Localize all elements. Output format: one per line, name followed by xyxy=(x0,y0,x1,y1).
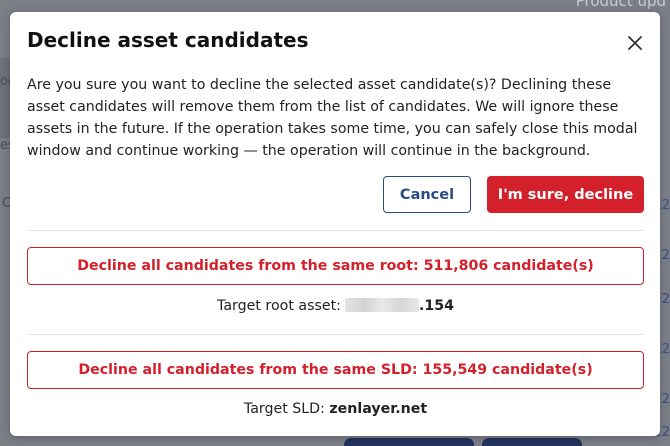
decline-modal: Decline asset candidates Are you sure yo… xyxy=(10,12,660,436)
cancel-button[interactable]: Cancel xyxy=(383,176,471,213)
divider xyxy=(27,334,644,335)
close-button[interactable] xyxy=(624,32,646,54)
target-root-value: .154 xyxy=(418,298,454,314)
bg-right-text-2: 2 xyxy=(661,248,670,263)
bg-header-text: Product upd xyxy=(575,0,666,10)
target-sld: Target SLD: zenlayer.net xyxy=(27,401,644,417)
divider xyxy=(27,230,644,231)
bg-button-1 xyxy=(344,438,474,446)
confirm-decline-button[interactable]: I'm sure, decline xyxy=(487,176,644,213)
bg-right-text-3: 2 xyxy=(661,292,670,307)
bg-sidebar-strip xyxy=(0,58,10,138)
decline-same-root-button[interactable]: Decline all candidates from the same roo… xyxy=(27,247,644,285)
target-sld-value: zenlayer.net xyxy=(329,401,428,417)
target-root-label: Target root asset: xyxy=(217,298,341,314)
target-root-asset: Target root asset: .154 xyxy=(27,298,644,314)
modal-message: Are you sure you want to decline the sel… xyxy=(27,77,638,159)
target-sld-label: Target SLD: xyxy=(243,401,325,417)
bg-button-2 xyxy=(482,438,582,446)
redacted-ip-block xyxy=(344,298,419,312)
decline-same-sld-button[interactable]: Decline all candidates from the same SLD… xyxy=(27,351,644,389)
close-icon xyxy=(628,36,642,50)
modal-title: Decline asset candidates xyxy=(27,28,309,52)
